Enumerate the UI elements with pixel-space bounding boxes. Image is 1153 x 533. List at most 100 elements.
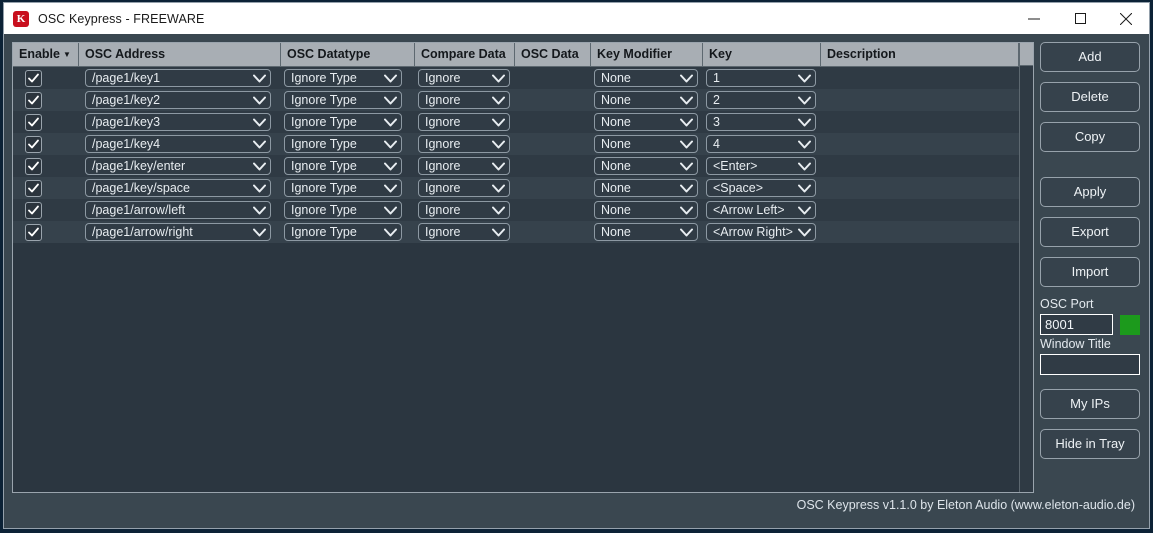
column-header-osc-data[interactable]: OSC Data: [515, 43, 591, 66]
osc-datatype-dropdown[interactable]: Ignore Type: [284, 179, 402, 197]
key-dropdown[interactable]: 3: [706, 113, 816, 131]
osc-datatype-dropdown[interactable]: Ignore Type: [284, 157, 402, 175]
compare-data-dropdown[interactable]: Ignore: [418, 69, 510, 87]
cell-enable: [13, 133, 79, 155]
cell-osc-data[interactable]: [515, 221, 591, 243]
osc-datatype-dropdown[interactable]: Ignore Type: [284, 113, 402, 131]
cell-description[interactable]: [821, 155, 1019, 177]
enable-checkbox[interactable]: [25, 201, 42, 219]
cell-osc-data[interactable]: [515, 67, 591, 89]
import-button[interactable]: Import: [1040, 257, 1140, 287]
compare-data-dropdown[interactable]: Ignore: [418, 135, 510, 153]
table-row[interactable]: /page1/key/enter Ignore Type Ignore None <En…: [13, 155, 1033, 177]
compare-data-dropdown[interactable]: Ignore: [418, 157, 510, 175]
compare-data-dropdown[interactable]: Ignore: [418, 179, 510, 197]
column-header-enable[interactable]: Enable ▼: [13, 43, 79, 66]
table-row[interactable]: /page1/arrow/left Ignore Type Ignore None <A…: [13, 199, 1033, 221]
key-modifier-dropdown[interactable]: None: [594, 135, 698, 153]
osc-datatype-dropdown[interactable]: Ignore Type: [284, 91, 402, 109]
cell-description[interactable]: [821, 67, 1019, 89]
enable-checkbox[interactable]: [25, 113, 42, 131]
cell-osc-data[interactable]: [515, 111, 591, 133]
cell-osc-data[interactable]: [515, 89, 591, 111]
column-header-key[interactable]: Key: [703, 43, 821, 66]
apply-button[interactable]: Apply: [1040, 177, 1140, 207]
osc-address-dropdown[interactable]: /page1/key/space: [85, 179, 271, 197]
osc-address-dropdown[interactable]: /page1/key1: [85, 69, 271, 87]
compare-data-dropdown[interactable]: Ignore: [418, 113, 510, 131]
compare-data-dropdown[interactable]: Ignore: [418, 201, 510, 219]
key-modifier-dropdown[interactable]: None: [594, 223, 698, 241]
cell-description[interactable]: [821, 111, 1019, 133]
compare-data-dropdown[interactable]: Ignore: [418, 223, 510, 241]
column-header-osc-address[interactable]: OSC Address: [79, 43, 281, 66]
window-title-input[interactable]: [1040, 354, 1140, 375]
window-title-label: Window Title: [1040, 337, 1111, 351]
export-button[interactable]: Export: [1040, 217, 1140, 247]
enable-checkbox[interactable]: [25, 91, 42, 109]
enable-checkbox[interactable]: [25, 223, 42, 241]
cell-description[interactable]: [821, 177, 1019, 199]
osc-datatype-dropdown[interactable]: Ignore Type: [284, 69, 402, 87]
column-header-description[interactable]: Description: [821, 43, 1019, 66]
osc-address-dropdown[interactable]: /page1/arrow/left: [85, 201, 271, 219]
compare-data-dropdown-value: Ignore: [425, 115, 461, 129]
my-ips-button[interactable]: My IPs: [1040, 389, 1140, 419]
osc-address-dropdown[interactable]: /page1/key2: [85, 91, 271, 109]
enable-checkbox[interactable]: [25, 179, 42, 197]
table-row[interactable]: /page1/key/space Ignore Type Ignore None <Sp…: [13, 177, 1033, 199]
cell-osc-data[interactable]: [515, 177, 591, 199]
table-row[interactable]: /page1/key3 Ignore Type Ignore None 3: [13, 111, 1033, 133]
key-modifier-dropdown[interactable]: None: [594, 113, 698, 131]
osc-datatype-dropdown[interactable]: Ignore Type: [284, 223, 402, 241]
key-dropdown[interactable]: <Enter>: [706, 157, 816, 175]
key-dropdown[interactable]: <Arrow Left>: [706, 201, 816, 219]
copy-button[interactable]: Copy: [1040, 122, 1140, 152]
maximize-icon[interactable]: [1057, 3, 1103, 34]
cell-description[interactable]: [821, 133, 1019, 155]
osc-address-dropdown[interactable]: /page1/key4: [85, 135, 271, 153]
table-row[interactable]: /page1/key2 Ignore Type Ignore None 2: [13, 89, 1033, 111]
cell-osc-data[interactable]: [515, 133, 591, 155]
osc-address-dropdown[interactable]: /page1/arrow/right: [85, 223, 271, 241]
osc-address-dropdown[interactable]: /page1/key3: [85, 113, 271, 131]
key-dropdown[interactable]: 4: [706, 135, 816, 153]
table-row[interactable]: /page1/key4 Ignore Type Ignore None 4: [13, 133, 1033, 155]
cell-osc-address: /page1/arrow/right: [79, 221, 281, 243]
table-header-row: Enable ▼ OSC Address OSC Datatype Compare Da…: [13, 43, 1033, 67]
cell-osc-data[interactable]: [515, 199, 591, 221]
cell-description[interactable]: [821, 89, 1019, 111]
cell-osc-datatype: Ignore Type: [281, 221, 415, 243]
key-dropdown[interactable]: 1: [706, 69, 816, 87]
key-modifier-dropdown[interactable]: None: [594, 91, 698, 109]
key-modifier-dropdown[interactable]: None: [594, 157, 698, 175]
key-modifier-dropdown[interactable]: None: [594, 69, 698, 87]
enable-checkbox[interactable]: [25, 157, 42, 175]
minimize-icon[interactable]: [1011, 3, 1057, 34]
key-dropdown[interactable]: 2: [706, 91, 816, 109]
osc-port-input[interactable]: 8001: [1040, 314, 1113, 335]
column-header-osc-datatype[interactable]: OSC Datatype: [281, 43, 415, 66]
table-row[interactable]: /page1/key1 Ignore Type Ignore None 1: [13, 67, 1033, 89]
delete-button[interactable]: Delete: [1040, 82, 1140, 112]
close-icon[interactable]: [1103, 3, 1149, 34]
cell-description[interactable]: [821, 199, 1019, 221]
key-modifier-dropdown[interactable]: None: [594, 201, 698, 219]
hide-in-tray-button[interactable]: Hide in Tray: [1040, 429, 1140, 459]
cell-description[interactable]: [821, 221, 1019, 243]
key-modifier-dropdown[interactable]: None: [594, 179, 698, 197]
compare-data-dropdown[interactable]: Ignore: [418, 91, 510, 109]
key-dropdown[interactable]: <Space>: [706, 179, 816, 197]
column-header-key-modifier[interactable]: Key Modifier: [591, 43, 703, 66]
osc-datatype-dropdown[interactable]: Ignore Type: [284, 201, 402, 219]
column-header-compare-data[interactable]: Compare Data: [415, 43, 515, 66]
add-button[interactable]: Add: [1040, 42, 1140, 72]
osc-datatype-dropdown[interactable]: Ignore Type: [284, 135, 402, 153]
cell-osc-data[interactable]: [515, 155, 591, 177]
enable-checkbox[interactable]: [25, 69, 42, 87]
table-vertical-scrollbar[interactable]: [1019, 43, 1033, 492]
key-dropdown[interactable]: <Arrow Right>: [706, 223, 816, 241]
table-row[interactable]: /page1/arrow/right Ignore Type Ignore None <…: [13, 221, 1033, 243]
enable-checkbox[interactable]: [25, 135, 42, 153]
osc-address-dropdown[interactable]: /page1/key/enter: [85, 157, 271, 175]
